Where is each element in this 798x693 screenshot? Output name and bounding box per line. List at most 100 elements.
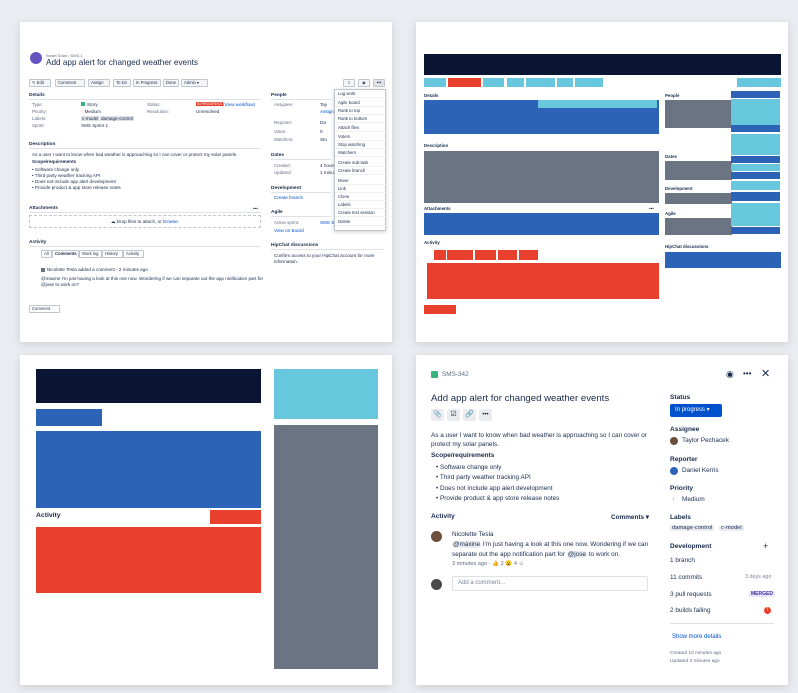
menu-item-delete[interactable]: Delete xyxy=(335,218,387,226)
menu-item-clone[interactable]: Clone xyxy=(335,193,387,201)
done-button[interactable]: Done xyxy=(163,79,179,87)
menu-item-create-test-session[interactable]: Create test session xyxy=(335,209,387,217)
in-progress-button[interactable]: In Progress xyxy=(133,79,161,87)
resolution-label: Resolution: xyxy=(147,109,169,114)
label-damage-control[interactable]: damage-control xyxy=(100,116,134,121)
menu-item-rank-top[interactable]: Rank to top xyxy=(335,107,387,115)
admin-dropdown[interactable]: Admin ▾ xyxy=(181,79,208,87)
labels-label: Labels: xyxy=(32,116,47,121)
hipchat-heading: HipChat discussions xyxy=(271,243,319,248)
link-button[interactable]: 🔗 xyxy=(463,409,476,421)
pull-requests-link[interactable]: 3 pull requests xyxy=(670,591,712,598)
share-icon[interactable]: ⇪ xyxy=(343,79,355,87)
details-divider xyxy=(29,99,261,100)
label-c-model[interactable]: c-model xyxy=(81,116,100,121)
description-text[interactable]: protect my solar panels. xyxy=(431,441,499,448)
attachments-more-icon[interactable]: ••• xyxy=(253,206,258,211)
view-workflow-link[interactable]: (View workflow) xyxy=(223,102,255,107)
add-comment-input[interactable]: Add a comment... xyxy=(452,576,648,591)
menu-item-link[interactable]: Link xyxy=(335,185,387,193)
assignee-value[interactable]: Tay xyxy=(320,102,327,107)
status-dropdown[interactable]: In progress ▾ xyxy=(670,404,722,417)
browse-link[interactable]: browse. xyxy=(163,219,179,224)
issue-title[interactable]: Add app alert for changed weather events xyxy=(431,393,609,404)
watch-icon[interactable]: ◉ xyxy=(358,79,370,87)
menu-item-agile-board[interactable]: Agile board xyxy=(335,99,387,107)
close-icon[interactable]: ✕ xyxy=(761,367,770,380)
sidebar-block xyxy=(274,425,378,669)
votes-value[interactable]: 0 xyxy=(320,129,323,134)
tab-activity[interactable]: Activity xyxy=(123,250,144,258)
assignee-name[interactable]: Taylor Pechacek xyxy=(682,437,729,444)
commits-link[interactable]: 11 commits xyxy=(670,574,702,581)
priority-value[interactable]: Medium xyxy=(682,496,705,503)
menu-item-labels[interactable]: Labels xyxy=(335,201,387,209)
create-branch-link[interactable]: Create branch xyxy=(274,195,303,200)
development-heading: Development xyxy=(271,186,302,191)
assign-button[interactable]: Assign xyxy=(88,79,110,87)
menu-item-log-work[interactable]: Log work xyxy=(335,90,387,98)
comments-filter-dropdown[interactable]: Comments ▾ xyxy=(611,513,649,521)
priority-up-icon: ↑ xyxy=(81,109,84,114)
assign-to-me-link[interactable]: Assign xyxy=(320,109,334,114)
more-icon[interactable]: ••• xyxy=(743,369,751,378)
comment-line-1: @maxine I'm just having a look at this o… xyxy=(452,541,649,548)
activity-divider xyxy=(29,246,261,247)
comment-button[interactable]: Comment xyxy=(55,79,85,87)
tab-history[interactable]: History xyxy=(102,250,123,258)
tab-work-log[interactable]: Work log xyxy=(79,250,102,258)
menu-item-stop-watching[interactable]: Stop watching xyxy=(335,141,387,149)
tab-comments[interactable]: Comments xyxy=(52,250,79,258)
project-avatar[interactable] xyxy=(30,52,42,64)
menu-item-voters[interactable]: Voters xyxy=(335,133,387,141)
drop-zone[interactable]: ☁ Drop files to attach, or browse. xyxy=(29,215,261,228)
label-c-model[interactable]: c-model xyxy=(719,525,744,531)
show-more-details-link[interactable]: Show more details xyxy=(672,634,721,640)
comment-header: Nicolette Tesla added a comment - 2 minu… xyxy=(47,267,148,272)
subtask-button[interactable]: ☑ xyxy=(447,409,460,421)
attach-button[interactable]: 📎 xyxy=(431,409,444,421)
reporter-name[interactable]: Daniel Kerris xyxy=(682,467,719,474)
current-user-avatar xyxy=(431,579,442,590)
description-text[interactable]: As a user I want to know when bad weathe… xyxy=(431,432,647,439)
mention-jose[interactable]: @jose xyxy=(566,551,587,558)
more-actions-button[interactable]: ••• xyxy=(479,409,492,421)
edit-button[interactable]: ✎ Edit xyxy=(29,79,51,87)
todo-button[interactable]: To Do xyxy=(113,79,131,87)
tab-block xyxy=(519,250,538,260)
activity-heading: Activity xyxy=(424,240,440,245)
status-block xyxy=(274,369,378,419)
commenter-name[interactable]: Nicolette Tesla xyxy=(452,531,493,538)
more-icon[interactable]: ••• xyxy=(373,79,385,87)
activity-heading: Activity xyxy=(29,240,47,245)
mention-maxine[interactable]: @maxine xyxy=(452,541,482,548)
description-heading: Description xyxy=(424,143,449,148)
error-icon: ! xyxy=(764,607,771,614)
issue-key[interactable]: SMS-342 xyxy=(442,371,469,378)
labels-heading: Labels xyxy=(670,514,691,521)
menu-block xyxy=(731,227,780,234)
view-on-board-link[interactable]: View on Board xyxy=(274,228,304,233)
branch-link[interactable]: 1 branch xyxy=(670,557,695,564)
comment-meta[interactable]: 3 minutes ago · 👍 2 😮 4 ☺ xyxy=(452,561,524,567)
label-damage-control[interactable]: damage-control xyxy=(670,525,715,531)
toolbar-block xyxy=(526,78,555,87)
reporter-value[interactable]: Da xyxy=(320,120,326,125)
menu-item-create-branch[interactable]: Create branch xyxy=(335,167,387,175)
watch-icon[interactable]: ◉ xyxy=(726,369,734,380)
scope-item: • Software change only xyxy=(436,464,502,471)
builds-failing-link[interactable]: 2 builds failing xyxy=(670,607,711,614)
watchers-value[interactable]: Sto xyxy=(320,137,327,142)
menu-item-watchers[interactable]: Watchers xyxy=(335,149,387,157)
menu-item-rank-bottom[interactable]: Rank to bottom xyxy=(335,115,387,123)
menu-item-attach-files[interactable]: Attach files xyxy=(335,124,387,132)
menu-block xyxy=(731,156,780,163)
menu-item-move[interactable]: Move xyxy=(335,177,387,185)
people-heading: People xyxy=(665,93,680,98)
tab-all[interactable]: All xyxy=(41,250,52,258)
menu-item-create-subtask[interactable]: Create sub-task xyxy=(335,159,387,167)
sprint-value[interactable]: SMS Sprint 1 xyxy=(81,123,108,128)
toolbar-block xyxy=(483,78,504,87)
add-comment-button[interactable]: Comment xyxy=(29,305,60,313)
add-development-icon[interactable]: + xyxy=(763,541,768,551)
